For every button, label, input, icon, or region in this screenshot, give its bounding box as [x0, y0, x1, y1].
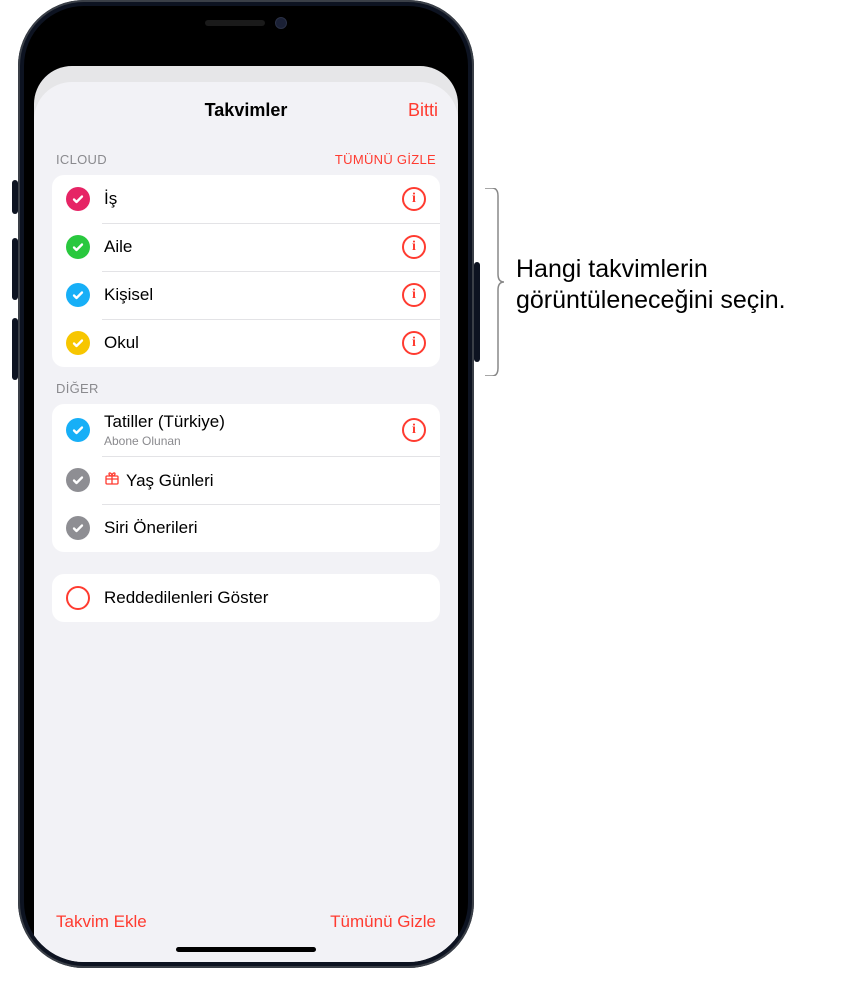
power-button[interactable]	[474, 262, 480, 362]
calendar-label: İş	[104, 189, 402, 209]
calendar-label: Aile	[104, 237, 402, 257]
notch	[141, 6, 351, 40]
info-icon[interactable]: i	[402, 235, 426, 259]
calendar-label: Yaş Günleri	[104, 470, 426, 491]
section-header-icloud: ICLOUD TÜMÜNÜ GİZLE	[52, 138, 440, 175]
calendar-label: Okul	[104, 333, 402, 353]
section-label-icloud: ICLOUD	[56, 152, 107, 167]
section-label-other: DİĞER	[56, 381, 99, 396]
checkmark-icon	[66, 283, 90, 307]
other-calendar-group: Tatiller (Türkiye) Abone Olunan i	[52, 404, 440, 552]
checkmark-icon	[66, 187, 90, 211]
calendar-label: Tatiller (Türkiye)	[104, 412, 402, 432]
show-declined-label: Reddedilenleri Göster	[104, 588, 426, 608]
checkmark-icon	[66, 235, 90, 259]
front-camera	[275, 17, 287, 29]
calendars-modal: Takvimler Bitti ICLOUD TÜMÜNÜ GİZLE	[34, 82, 458, 962]
calendar-row-family[interactable]: Aile i	[52, 223, 440, 271]
done-button[interactable]: Bitti	[408, 100, 438, 121]
gift-icon	[104, 470, 120, 486]
show-declined-group: Reddedilenleri Göster	[52, 574, 440, 622]
callout-bracket	[484, 188, 504, 376]
checkmark-icon	[66, 468, 90, 492]
calendar-label: Siri Önerileri	[104, 518, 426, 538]
modal-header: Takvimler Bitti	[34, 82, 458, 138]
home-indicator[interactable]	[176, 947, 316, 952]
unchecked-circle-icon	[66, 586, 90, 610]
callout-text: Hangi takvimlerin görüntüleneceğini seçi…	[516, 254, 836, 317]
hide-all-button[interactable]: Tümünü Gizle	[330, 912, 436, 932]
calendar-row-personal[interactable]: Kişisel i	[52, 271, 440, 319]
show-declined-row[interactable]: Reddedilenleri Göster	[52, 574, 440, 622]
calendar-row-birthdays[interactable]: Yaş Günleri	[52, 456, 440, 504]
status-time: 09:41	[52, 27, 93, 45]
battery-icon	[414, 30, 440, 43]
calendar-row-siri[interactable]: Siri Önerileri	[52, 504, 440, 552]
calendar-label: Kişisel	[104, 285, 402, 305]
cellular-icon	[366, 30, 384, 42]
info-icon[interactable]: i	[402, 283, 426, 307]
wifi-icon	[390, 30, 408, 43]
phone-screen: 09:41 Takvimler Bitti	[24, 6, 468, 962]
hide-all-icloud-button[interactable]: TÜMÜNÜ GİZLE	[335, 152, 436, 167]
calendar-row-work[interactable]: İş i	[52, 175, 440, 223]
modal-title: Takvimler	[205, 100, 288, 121]
calendar-row-school[interactable]: Okul i	[52, 319, 440, 367]
info-icon[interactable]: i	[402, 187, 426, 211]
calendar-row-holidays[interactable]: Tatiller (Türkiye) Abone Olunan i	[52, 404, 440, 456]
icloud-calendar-group: İş i Aile i	[52, 175, 440, 367]
add-calendar-button[interactable]: Takvim Ekle	[56, 912, 147, 932]
calendar-sublabel: Abone Olunan	[104, 434, 402, 448]
section-header-other: DİĞER	[52, 367, 440, 404]
speaker-grill	[205, 20, 265, 26]
phone-frame: 09:41 Takvimler Bitti	[18, 0, 474, 968]
checkmark-icon	[66, 418, 90, 442]
modal-body: ICLOUD TÜMÜNÜ GİZLE İş i	[34, 138, 458, 892]
info-icon[interactable]: i	[402, 331, 426, 355]
info-icon[interactable]: i	[402, 418, 426, 442]
checkmark-icon	[66, 331, 90, 355]
checkmark-icon	[66, 516, 90, 540]
